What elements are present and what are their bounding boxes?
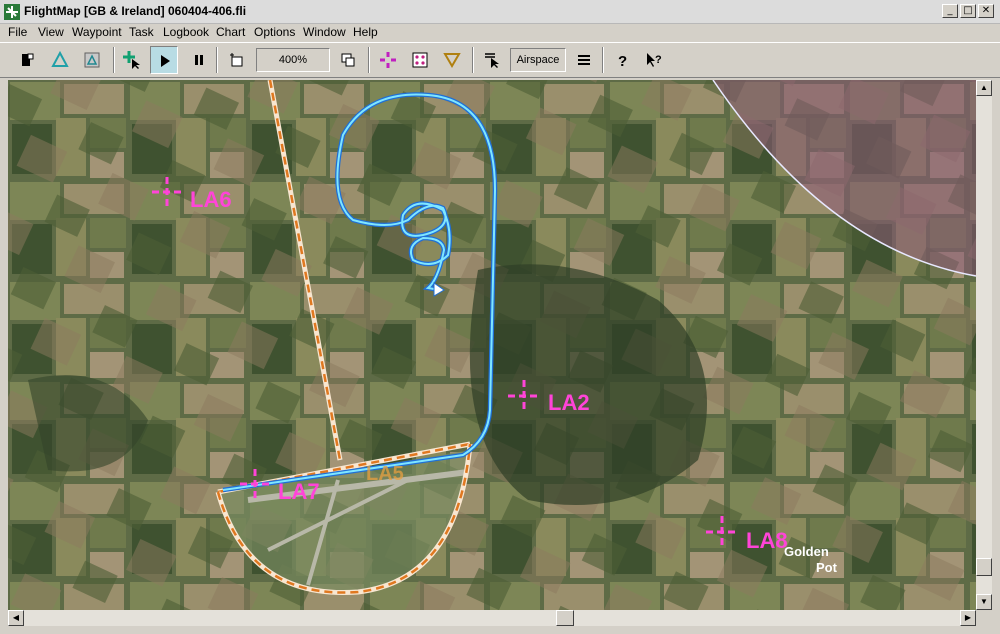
help-button[interactable]: ?	[608, 46, 636, 74]
glider-button[interactable]	[14, 46, 42, 74]
svg-text:?: ?	[655, 54, 662, 66]
add-waypoint-cursor-icon	[123, 51, 140, 69]
toolbar-separator	[472, 47, 474, 73]
waypoint-label: LA8	[746, 528, 788, 553]
menu-chart[interactable]: Chart	[216, 25, 245, 39]
waypoint-label-faded: LA5	[366, 463, 404, 485]
place-name-line2: Pot	[816, 560, 838, 575]
map-view[interactable]: LA6 LA2 LA7 LA8 LA5 Golden Pot	[8, 80, 976, 610]
pause-icon	[195, 55, 203, 65]
triangle-box-button[interactable]	[78, 46, 106, 74]
horizontal-scroll-thumb[interactable]	[556, 610, 574, 626]
minimize-button[interactable]: _	[942, 4, 958, 18]
waypoint-marker-icon	[380, 52, 396, 68]
play-icon	[161, 55, 170, 67]
select-cursor-button[interactable]	[478, 46, 506, 74]
menu-help[interactable]: Help	[353, 25, 378, 39]
window-title: FlightMap [GB & Ireland] 060404-406.fli	[24, 4, 247, 18]
pause-button[interactable]	[185, 46, 213, 74]
menu-task[interactable]: Task	[129, 25, 154, 39]
menu-waypoint[interactable]: Waypoint	[72, 25, 122, 39]
waypoint-label: LA2	[548, 390, 590, 415]
toolbar: 400% Airspace ? ?	[0, 42, 1000, 78]
toolbar-separator	[602, 47, 604, 73]
close-button[interactable]: ✕	[978, 4, 994, 18]
zoom-region-button[interactable]	[223, 46, 251, 74]
glider-icon	[22, 53, 34, 66]
waypoint-label: LA6	[190, 187, 232, 212]
scrollbar-corner	[976, 610, 992, 626]
scroll-right-button[interactable]: ▶	[960, 610, 976, 626]
menu-file[interactable]: File	[8, 25, 27, 39]
toolbar-separator	[368, 47, 370, 73]
title-bar: FlightMap [GB & Ireland] 060404-406.fli …	[0, 0, 1000, 24]
scroll-down-button[interactable]: ▼	[976, 594, 992, 610]
scroll-left-button[interactable]: ◀	[8, 610, 24, 626]
help-icon: ?	[618, 53, 627, 69]
airspace-button[interactable]: Airspace	[510, 48, 566, 72]
zoom-region-icon	[230, 53, 243, 67]
menu-options[interactable]: Options	[254, 25, 295, 39]
place-name-line1: Golden	[784, 544, 829, 559]
triangle-task-button[interactable]	[46, 46, 74, 74]
dice-button[interactable]	[406, 46, 434, 74]
toolbar-separator	[216, 47, 218, 73]
menu-lines-icon	[578, 55, 590, 65]
waypoint-marker-button[interactable]	[374, 46, 402, 74]
zoom-level-field[interactable]: 400%	[256, 48, 330, 72]
window-overlap-icon	[341, 53, 355, 67]
menu-window[interactable]: Window	[303, 25, 346, 39]
vertical-scroll-thumb[interactable]	[976, 558, 992, 576]
waypoint-label: LA7	[278, 479, 320, 504]
turnpoint-triangle-icon	[443, 53, 461, 68]
menu-lines-button[interactable]	[570, 46, 598, 74]
scroll-up-button[interactable]: ▲	[976, 80, 992, 96]
window-overlap-button[interactable]	[334, 46, 362, 74]
context-help-button[interactable]: ?	[640, 46, 668, 74]
maximize-button[interactable]: □	[960, 4, 976, 18]
play-button[interactable]	[150, 46, 178, 74]
svg-text:?: ?	[618, 53, 627, 69]
triangle-box-icon	[84, 52, 100, 68]
menu-view[interactable]: View	[38, 25, 64, 39]
triangle-task-icon	[51, 51, 69, 67]
turnpoint-triangle-button[interactable]	[438, 46, 466, 74]
add-waypoint-button[interactable]	[118, 46, 146, 74]
toolbar-separator	[113, 47, 115, 73]
vertical-scrollbar[interactable]: ▲ ▼	[976, 80, 992, 610]
horizontal-scrollbar[interactable]: ◀ ▶	[8, 610, 976, 626]
menu-logbook[interactable]: Logbook	[163, 25, 209, 39]
context-help-icon: ?	[647, 53, 662, 67]
aerial-map-canvas[interactable]: LA6 LA2 LA7 LA8 LA5 Golden Pot	[8, 80, 976, 610]
dice-icon	[412, 52, 428, 68]
select-cursor-icon	[485, 53, 499, 68]
menu-bar: File View Waypoint Task Logbook Chart Op…	[0, 24, 1000, 42]
flightmap-app-icon	[4, 4, 20, 20]
